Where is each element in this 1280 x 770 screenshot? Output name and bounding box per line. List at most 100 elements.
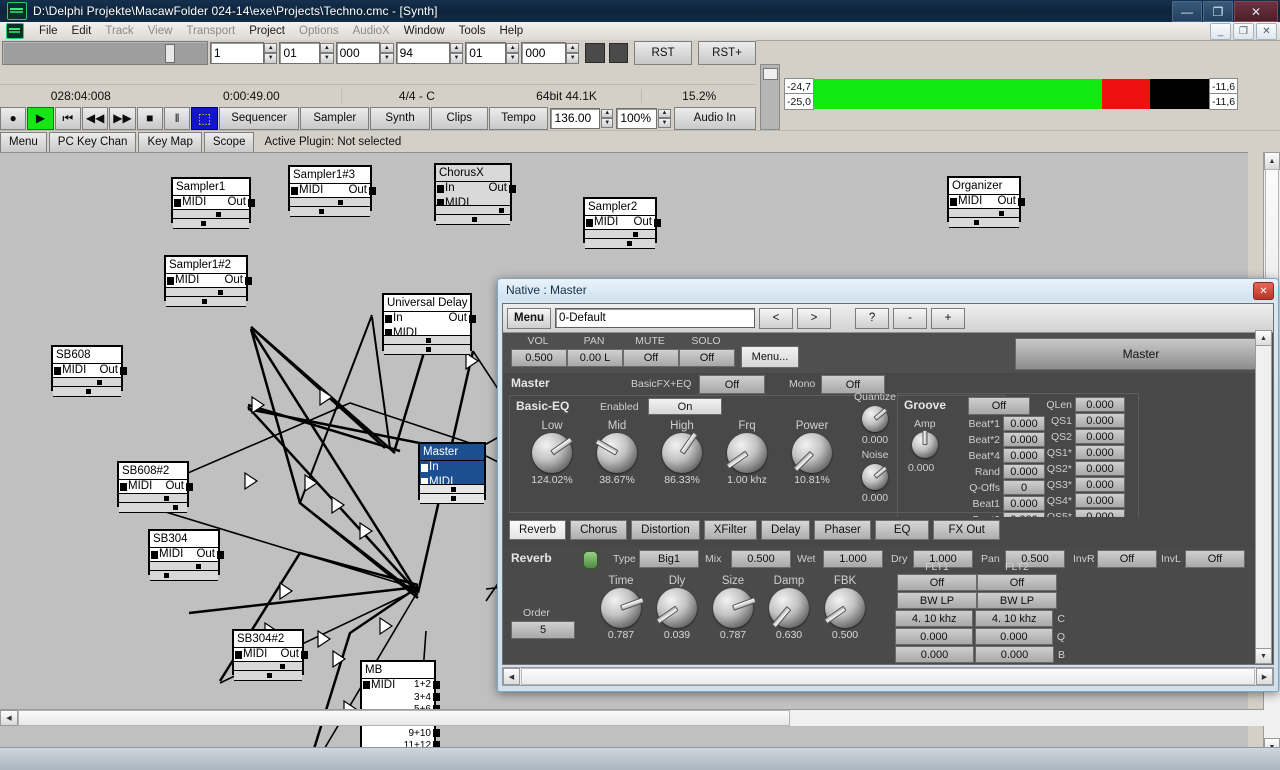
reverb-knob-dly[interactable]: Dly 0.039 (649, 575, 705, 641)
noise-dial[interactable] (862, 464, 888, 490)
preset-prev-button[interactable]: < (759, 308, 793, 329)
eq-knob-high-dial[interactable] (662, 433, 702, 473)
pos-bar-field[interactable]: 1 (210, 42, 264, 64)
qs-row-value[interactable]: 0.000 (1075, 493, 1125, 508)
flt1-enable[interactable]: Off (897, 574, 977, 591)
menu-options[interactable]: Options (292, 24, 346, 38)
eq-knob-low-dial[interactable] (532, 433, 572, 473)
scope-button[interactable]: Scope (204, 132, 255, 153)
menu-file[interactable]: File (32, 24, 65, 38)
plugin-close-button[interactable]: ✕ (1253, 282, 1274, 300)
port-out-jack[interactable] (217, 551, 224, 559)
tab-delay[interactable]: Delay (761, 520, 810, 540)
tab-synth[interactable]: Synth (370, 107, 430, 130)
solo-toggle[interactable]: Off (679, 349, 735, 367)
flt2-enable[interactable]: Off (977, 574, 1057, 591)
node-sampler2[interactable]: Sampler2 MIDI Out (583, 197, 657, 243)
forward-button[interactable]: ▶▶ (109, 107, 135, 130)
pos-tick-spinner[interactable]: ▲▼ (380, 43, 393, 64)
reverb-knob-dly-dial[interactable] (657, 588, 697, 628)
node-bar-handle[interactable] (216, 212, 221, 217)
node-bar-2[interactable] (420, 493, 484, 504)
port-in-jack[interactable] (586, 219, 593, 227)
reverb-invl-value[interactable]: Off (1185, 550, 1245, 568)
node-bar-2[interactable] (436, 214, 510, 225)
menu-audiox[interactable]: AudioX (346, 24, 397, 38)
node-bar-2[interactable] (384, 344, 470, 355)
plugin-scroll-left-button[interactable]: ◀ (503, 668, 520, 685)
menu-help[interactable]: Help (493, 24, 531, 38)
reverb-wet-value[interactable]: 1.000 (823, 550, 883, 568)
plugin-horizontal-scrollbar[interactable]: ◀ ▶ (502, 667, 1274, 686)
qs-row-value[interactable]: 0.000 (1075, 477, 1125, 492)
rst-plus-button[interactable]: RST+ (698, 41, 756, 65)
port-in-jack[interactable] (385, 315, 392, 323)
flt1-cutoff[interactable]: 4. 10 khz (895, 610, 973, 627)
reverb-power-led-icon[interactable] (583, 551, 598, 569)
menu-view[interactable]: View (141, 24, 180, 38)
qs-row-value[interactable]: 0.000 (1075, 429, 1125, 444)
port-out-jack[interactable] (509, 185, 516, 193)
plugin-vertical-scrollbar[interactable]: ▲ ▼ (1255, 330, 1272, 664)
marker-button-1[interactable] (585, 43, 604, 63)
marker-button-2[interactable] (609, 43, 628, 63)
preset-minus-button[interactable]: - (893, 308, 927, 329)
node-bar-2[interactable] (290, 206, 370, 217)
reverb-order-value[interactable]: 5 (511, 621, 575, 639)
port-out-jack[interactable] (369, 187, 376, 195)
node-bar-2[interactable] (173, 218, 249, 229)
end-tick-field[interactable]: 000 (521, 42, 566, 64)
plugin-hscroll-thumb[interactable] (521, 668, 1255, 685)
mdi-restore-button[interactable]: ❐ (1233, 23, 1254, 40)
flt2-q[interactable]: 0.000 (975, 628, 1053, 645)
tab-phaser[interactable]: Phaser (814, 520, 870, 540)
mute-toggle[interactable]: Off (623, 349, 679, 367)
node-chorusx[interactable]: ChorusX In Out MIDI (434, 163, 512, 221)
node-bar-handle[interactable] (319, 209, 324, 214)
reverb-mix-value[interactable]: 0.500 (731, 550, 791, 568)
node-bar-handle[interactable] (633, 232, 638, 237)
plugin-scroll-up-button[interactable]: ▲ (1256, 331, 1271, 346)
zoom-field[interactable]: 100% (616, 108, 657, 129)
pos-beat-field[interactable]: 01 (279, 42, 320, 64)
position-slider[interactable] (2, 41, 208, 65)
groove-row-value[interactable]: 0.000 (1003, 416, 1045, 431)
pos-beat-spinner[interactable]: ▲▼ (320, 43, 333, 64)
groove-toggle[interactable]: Off (968, 397, 1030, 415)
node-bar-handle[interactable] (97, 380, 102, 385)
flt1-q[interactable]: 0.000 (895, 628, 973, 645)
flt2-cutoff[interactable]: 4. 10 khz (975, 610, 1053, 627)
node-sampler1-3[interactable]: Sampler1#3 MIDI Out (288, 165, 372, 211)
out-jack-5[interactable] (433, 729, 440, 737)
node-bar-2[interactable] (119, 502, 187, 513)
port-out-jack[interactable] (248, 199, 255, 207)
end-bar-spinner[interactable]: ▲▼ (450, 43, 463, 64)
play-button[interactable]: ▶ (27, 107, 53, 130)
port-in-jack[interactable] (437, 185, 444, 193)
reverb-knob-time[interactable]: Time 0.787 (593, 575, 649, 641)
menu-button[interactable]: Menu (0, 132, 47, 153)
reverb-knob-size[interactable]: Size 0.787 (705, 575, 761, 641)
pause-button[interactable]: ‖ (164, 107, 190, 130)
preset-name-field[interactable]: 0-Default (555, 308, 755, 328)
preset-next-button[interactable]: > (797, 308, 831, 329)
canvas-horizontal-scrollbar[interactable]: ◀ (0, 709, 1264, 726)
node-bar-2[interactable] (53, 386, 121, 397)
master-level-thumb[interactable] (763, 68, 778, 80)
node-bar-handle[interactable] (426, 338, 431, 343)
port-out-jack[interactable] (245, 277, 252, 285)
tab-distortion[interactable]: Distortion (631, 520, 700, 540)
port-out-jack[interactable] (301, 651, 308, 659)
port-in-jack[interactable] (421, 464, 428, 472)
reverb-knob-size-dial[interactable] (713, 588, 753, 628)
eq-knob-power-dial[interactable] (792, 433, 832, 473)
window-minimize-button[interactable]: — (1172, 1, 1202, 22)
node-sampler1[interactable]: Sampler1 MIDI Out (171, 177, 251, 223)
tab-fx-out[interactable]: FX Out (933, 520, 999, 540)
qs-row-value[interactable]: 0.000 (1075, 397, 1125, 412)
menu-tools[interactable]: Tools (452, 24, 493, 38)
groove-amp-dial[interactable] (912, 432, 938, 458)
node-master[interactable]: Master In MIDI (418, 442, 486, 500)
node-bar-handle[interactable] (202, 299, 207, 304)
node-bar-handle[interactable] (86, 389, 91, 394)
